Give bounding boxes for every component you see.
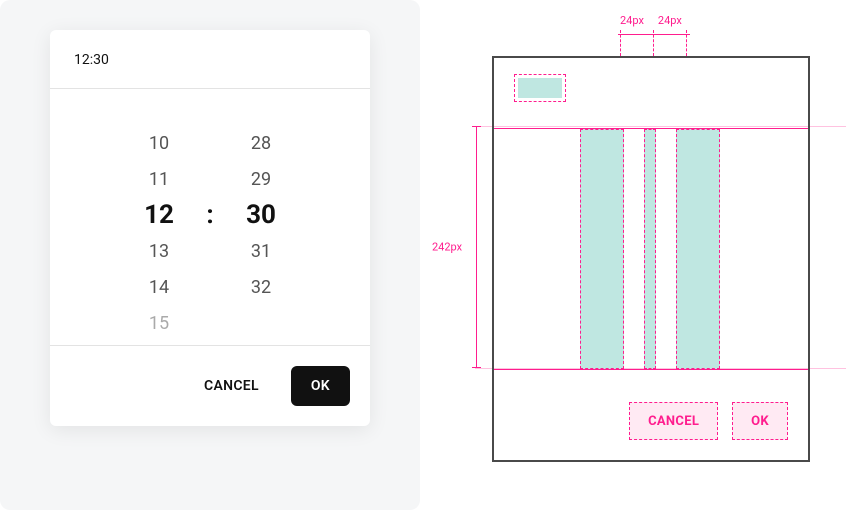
picker-row-selected[interactable]: 12 : 30 bbox=[50, 197, 370, 233]
dim-top-labels: 24px 24px bbox=[620, 14, 682, 27]
gap-label-right: 24px bbox=[658, 14, 682, 27]
example-panel: 12:30 10 28 11 29 1 bbox=[0, 0, 420, 510]
minute-cell: 32 bbox=[239, 277, 283, 298]
hour-cell: 10 bbox=[137, 133, 181, 154]
hour-cell: 13 bbox=[137, 241, 181, 262]
header-placeholder bbox=[514, 74, 566, 102]
dialog-title: 12:30 bbox=[50, 30, 370, 88]
time-picker-dialog: 12:30 10 28 11 29 1 bbox=[50, 30, 370, 426]
time-colon: : bbox=[205, 200, 215, 230]
spec-frame: CANCEL OK bbox=[492, 56, 810, 462]
dialog-actions: CANCEL OK bbox=[50, 346, 370, 410]
minute-cell: 28 bbox=[239, 133, 283, 154]
minute-cell: 30 bbox=[239, 200, 283, 230]
spec-picker-zone bbox=[494, 128, 808, 370]
spec-ok-button: OK bbox=[732, 402, 788, 440]
picker-row[interactable] bbox=[50, 89, 370, 125]
hour-cell: 12 bbox=[137, 200, 181, 230]
picker-row[interactable]: 15 bbox=[50, 305, 370, 341]
picker-row[interactable]: 13 31 bbox=[50, 233, 370, 269]
hour-cell: 14 bbox=[137, 277, 181, 298]
hour-cell: 15 bbox=[137, 313, 181, 334]
colon-column-placeholder bbox=[644, 129, 656, 369]
minute-column-placeholder bbox=[676, 129, 720, 369]
hour-column-placeholder bbox=[580, 129, 624, 369]
minute-cell: 29 bbox=[239, 169, 283, 190]
dim-top-guides bbox=[620, 30, 686, 56]
picker-row[interactable]: 10 28 bbox=[50, 125, 370, 161]
spec-cancel-button: CANCEL bbox=[629, 402, 718, 440]
cancel-button[interactable]: CANCEL bbox=[184, 366, 279, 406]
wheel-picker[interactable]: 10 28 11 29 12 : 30 13 31 bbox=[50, 88, 370, 346]
picker-row[interactable]: 14 32 bbox=[50, 269, 370, 305]
ok-button[interactable]: OK bbox=[291, 366, 350, 406]
hour-cell: 11 bbox=[137, 169, 181, 190]
spec-panel: 24px 24px 242px CANCEL OK bbox=[420, 0, 846, 510]
minute-cell: 31 bbox=[239, 241, 283, 262]
spec-actions: CANCEL OK bbox=[494, 384, 808, 460]
picker-height-label: 242px bbox=[432, 241, 462, 254]
picker-row[interactable]: 11 29 bbox=[50, 161, 370, 197]
gap-label-left: 24px bbox=[620, 14, 644, 27]
